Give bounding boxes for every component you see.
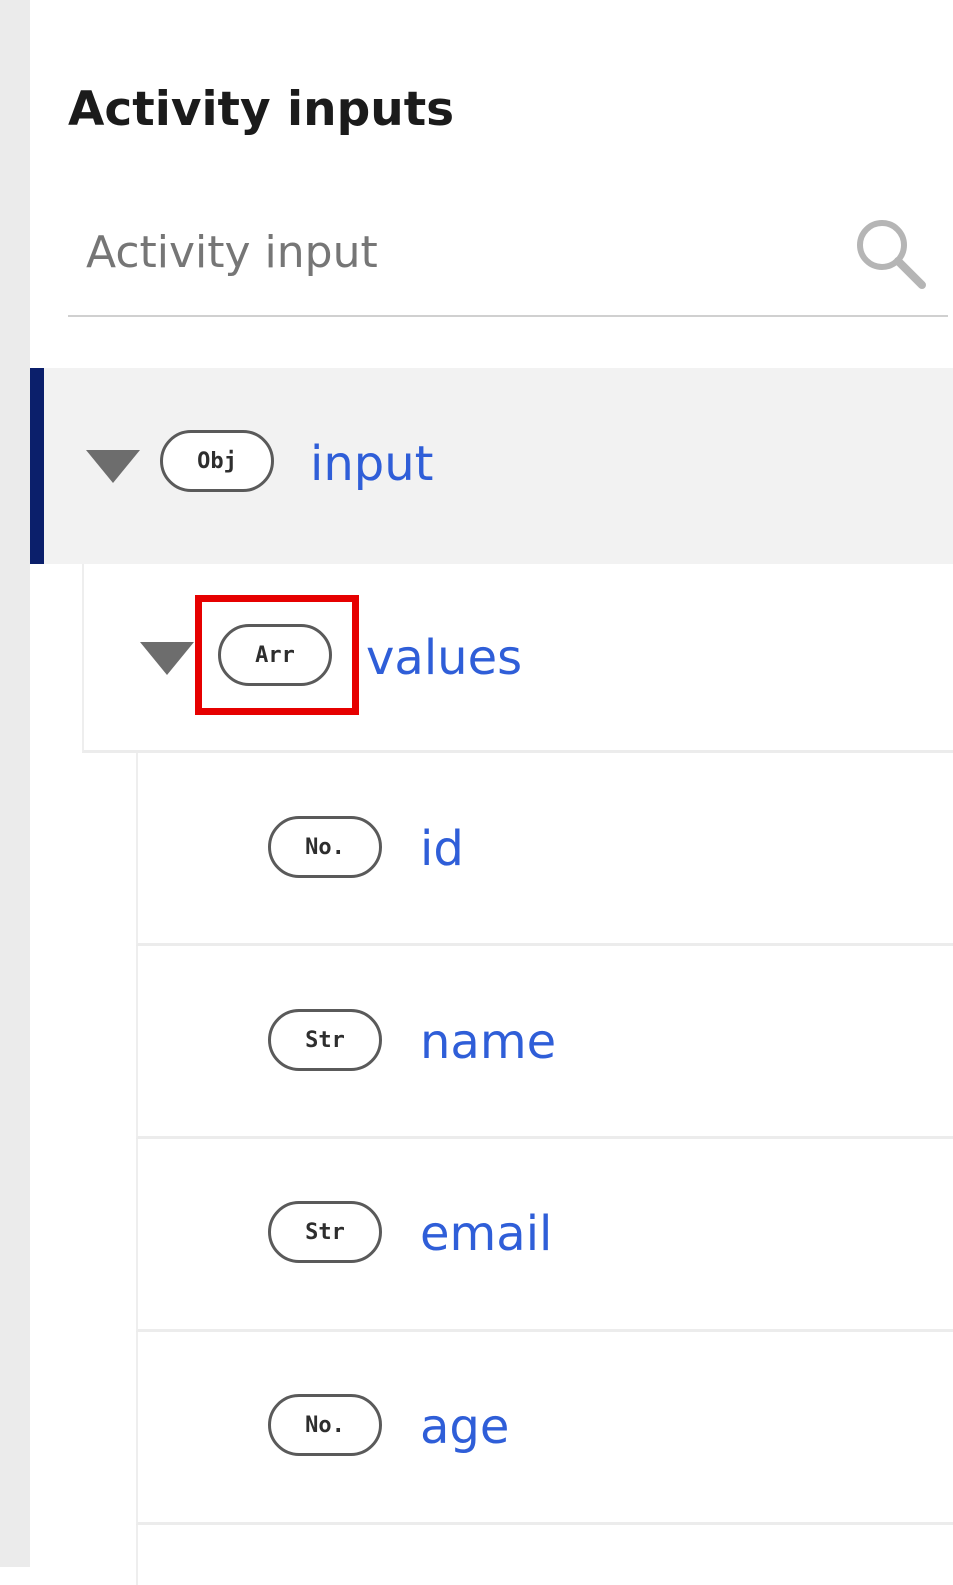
panel-title: Activity inputs	[68, 82, 455, 137]
type-badge-number: No.	[268, 1394, 382, 1456]
tree-row-email[interactable]: Str email	[136, 1139, 953, 1332]
type-badge-string: Str	[268, 1009, 382, 1071]
type-badge-number: No.	[268, 816, 382, 878]
tree-row-partial	[136, 1525, 953, 1585]
field-label-input[interactable]: input	[310, 434, 433, 494]
collapse-caret-icon[interactable]	[86, 450, 140, 483]
search-input[interactable]	[86, 217, 826, 287]
tree-row-input[interactable]: Obj input	[30, 368, 953, 564]
tree-row-age[interactable]: No. age	[136, 1332, 953, 1525]
tree-row-id[interactable]: No. id	[136, 753, 953, 946]
type-badge-string: Str	[268, 1201, 382, 1263]
activity-inputs-panel: Activity inputs Obj input Arr values No.…	[30, 0, 953, 1585]
field-label-id[interactable]: id	[420, 819, 464, 879]
field-label-values[interactable]: values	[366, 628, 522, 688]
selected-indicator	[30, 368, 44, 564]
field-label-email[interactable]: email	[420, 1204, 552, 1264]
collapse-caret-icon[interactable]	[140, 642, 194, 675]
type-badge-arr: Arr	[218, 624, 332, 686]
search-icon[interactable]	[850, 213, 934, 297]
left-rail	[0, 0, 30, 1567]
type-badge-obj: Obj	[160, 430, 274, 492]
tree-row-name[interactable]: Str name	[136, 946, 953, 1139]
field-label-name[interactable]: name	[420, 1012, 556, 1072]
search-box	[68, 205, 948, 317]
tree-row-values[interactable]: Arr values	[82, 564, 953, 753]
field-label-age[interactable]: age	[420, 1397, 509, 1457]
